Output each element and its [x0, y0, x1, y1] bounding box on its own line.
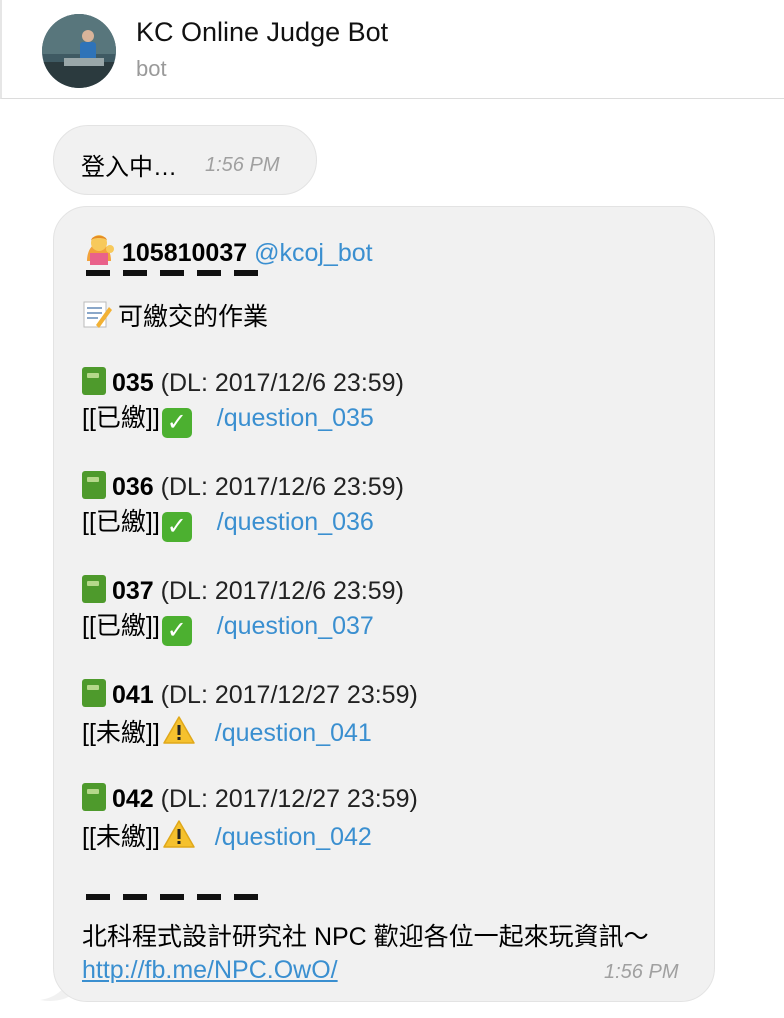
question-link[interactable]: /question_037: [217, 612, 374, 640]
avatar-image: [42, 14, 116, 88]
check-icon: ✓: [161, 616, 192, 646]
assignment-deadline: (DL: 2017/12/27 23:59): [160, 785, 418, 813]
section-title: 可繳交的作業: [118, 303, 269, 331]
assignment-id: 041: [112, 681, 154, 709]
student-id: 105810037: [122, 239, 248, 267]
assignment-title-line: 041 (DL: 2017/12/27 23:59): [82, 679, 418, 710]
bot-avatar[interactable]: [42, 14, 116, 88]
assignment-deadline: (DL: 2017/12/27 23:59): [160, 681, 418, 709]
message-time: 1:56 PM: [604, 961, 679, 983]
assignment-status: [[已繳]]: [82, 404, 160, 432]
assignment-status-line: [[未繳]] /question_041: [82, 715, 372, 748]
assignment-title-line: 037 (DL: 2017/12/6 23:59): [82, 575, 404, 606]
assignment-id: 037: [112, 577, 154, 605]
chat-title: KC Online Judge Bot: [136, 17, 389, 47]
warning-icon: [162, 715, 196, 745]
bot-mention-link[interactable]: @kcoj_bot: [254, 239, 373, 267]
assignment-deadline: (DL: 2017/12/6 23:59): [160, 577, 404, 605]
green-book-icon: [82, 471, 106, 499]
section-title-line: 可繳交的作業: [82, 299, 268, 332]
green-book-icon: [82, 575, 106, 603]
question-link[interactable]: /question_036: [217, 508, 374, 536]
assignment-status: [[已繳]]: [82, 508, 160, 536]
warning-icon: [162, 819, 196, 849]
divider-top: [86, 270, 266, 280]
message-text: 登入中…: [81, 154, 177, 181]
memo-icon: [82, 299, 112, 329]
assignment-title-line: 036 (DL: 2017/12/6 23:59): [82, 471, 404, 502]
assignment-title-line: 035 (DL: 2017/12/6 23:59): [82, 367, 404, 398]
message-bubble-logging-in[interactable]: 登入中… 1:56 PM: [53, 125, 317, 195]
chat-header: KC Online Judge Bot bot: [0, 0, 784, 99]
green-book-icon: [82, 783, 106, 811]
assignment-deadline: (DL: 2017/12/6 23:59): [160, 473, 404, 501]
assignment-deadline: (DL: 2017/12/6 23:59): [160, 369, 404, 397]
assignment-status-line: [[已繳]] ✓ /question_037: [82, 611, 374, 646]
assignment-id: 035: [112, 369, 154, 397]
check-icon: ✓: [161, 408, 192, 438]
green-book-icon: [82, 367, 106, 395]
question-link[interactable]: /question_042: [215, 823, 372, 851]
assignment-title-line: 042 (DL: 2017/12/27 23:59): [82, 783, 418, 814]
question-link[interactable]: /question_041: [215, 719, 372, 747]
message-header-line: 105810037 @kcoj_bot: [82, 231, 373, 268]
assignment-status: [[已繳]]: [82, 612, 160, 640]
person-tipping-hand-icon: [82, 231, 116, 265]
footer-text: 北科程式設計研究社 NPC 歡迎各位一起來玩資訊～: [82, 923, 649, 951]
question-link[interactable]: /question_035: [217, 404, 374, 432]
message-bubble-assignments[interactable]: 105810037 @kcoj_bot 可繳交的作業 035 (DL: 2017…: [53, 206, 715, 1002]
check-icon: ✓: [161, 512, 192, 542]
assignment-id: 036: [112, 473, 154, 501]
assignment-status: [[未繳]]: [82, 823, 160, 851]
assignment-status: [[未繳]]: [82, 719, 160, 747]
divider-bottom: [86, 894, 266, 904]
green-book-icon: [82, 679, 106, 707]
assignment-status-line: [[未繳]] /question_042: [82, 819, 372, 852]
message-time: 1:56 PM: [205, 154, 280, 176]
assignment-status-line: [[已繳]] ✓ /question_035: [82, 403, 374, 438]
assignment-status-line: [[已繳]] ✓ /question_036: [82, 507, 374, 542]
assignment-id: 042: [112, 785, 154, 813]
facebook-link[interactable]: http://fb.me/NPC.OwO/: [82, 956, 338, 984]
chat-subtitle: bot: [136, 56, 167, 81]
footer-link-line: http://fb.me/NPC.OwO/: [82, 955, 338, 985]
